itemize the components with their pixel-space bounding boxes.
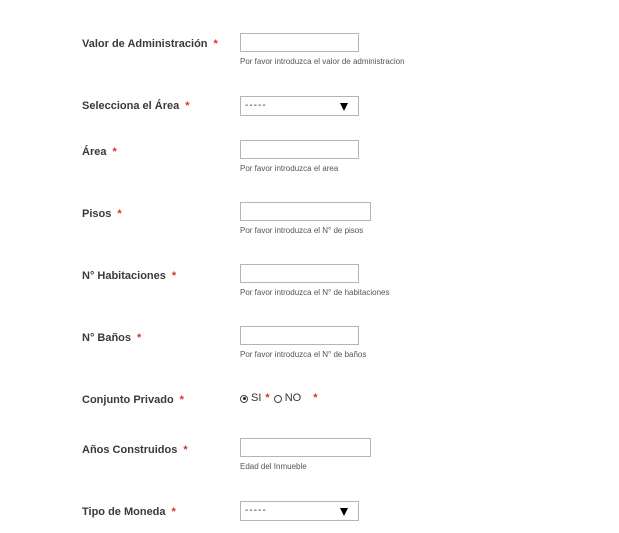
required-mark: * <box>313 392 318 404</box>
field-hint: Por favor introduzca el area <box>240 164 339 173</box>
habitaciones-input[interactable] <box>240 264 359 283</box>
anos-construidos-input[interactable] <box>240 438 371 457</box>
valor-administracion-input[interactable] <box>240 33 359 52</box>
required-mark: * <box>179 394 184 406</box>
field-label: Pisos * <box>82 208 122 221</box>
field-label: Conjunto Privado * <box>82 394 184 407</box>
field-label: N° Baños * <box>82 332 141 345</box>
required-mark: * <box>185 100 190 112</box>
field-label-text: Valor de Administración <box>82 38 208 50</box>
field-label-text: N° Baños <box>82 332 132 344</box>
required-mark: * <box>183 444 188 456</box>
field-hint: Por favor introduzca el N° de pisos <box>240 226 364 235</box>
required-mark: * <box>213 38 218 50</box>
radio-no-label[interactable]: NO <box>285 392 302 405</box>
select-value: ----- <box>245 100 267 111</box>
required-mark: * <box>112 146 117 158</box>
select-value: ----- <box>245 505 267 516</box>
area-input[interactable] <box>240 140 359 159</box>
radio-si-label[interactable]: SI <box>251 392 261 405</box>
field-label: Años Construidos * <box>82 444 188 457</box>
radio-no[interactable] <box>273 394 282 403</box>
field-hint: Por favor introduzca el N° de baños <box>240 350 367 359</box>
field-wrapper: Por favor introduzca el N° de habitacion… <box>240 264 390 298</box>
field-wrapper: Edad del Inmueble <box>240 438 371 472</box>
field-label-text: Selecciona el Área <box>82 100 180 112</box>
field-label: N° Habitaciones * <box>82 270 176 283</box>
field-label: Selecciona el Área * <box>82 100 190 113</box>
field-hint: Edad del Inmueble <box>240 462 307 471</box>
tipo-moneda-select[interactable]: ----- <box>240 501 359 521</box>
field-label: Área * <box>82 146 117 159</box>
field-label: Valor de Administración * <box>82 38 218 51</box>
field-label: Tipo de Moneda * <box>82 506 176 519</box>
required-mark: * <box>137 332 142 344</box>
field-label-text: Años Construidos <box>82 444 178 456</box>
field-wrapper: Por favor introduzca el valor de adminis… <box>240 33 405 67</box>
pisos-input[interactable] <box>240 202 371 221</box>
banos-input[interactable] <box>240 326 359 345</box>
field-wrapper: Por favor introduzca el area <box>240 140 359 174</box>
field-label-text: N° Habitaciones <box>82 270 166 282</box>
field-hint: Por favor introduzca el N° de habitacion… <box>240 288 390 297</box>
dropdown-arrow-icon <box>340 103 348 111</box>
field-wrapper: Por favor introduzca el N° de pisos <box>240 202 371 236</box>
conjunto-privado-radio-group: SI * NO * <box>240 392 321 405</box>
required-mark: * <box>171 270 177 282</box>
field-label-text: Tipo de Moneda <box>82 506 166 518</box>
required-mark: * <box>117 208 122 220</box>
field-label-text: Área <box>82 146 107 158</box>
field-label-text: Conjunto Privado <box>82 394 174 406</box>
field-wrapper: ----- <box>240 96 359 116</box>
area-select[interactable]: ----- <box>240 96 359 116</box>
required-mark: * <box>171 506 176 518</box>
field-wrapper: Por favor introduzca el N° de baños <box>240 326 366 360</box>
field-label-text: Pisos <box>82 208 112 220</box>
dropdown-arrow-icon <box>340 508 348 516</box>
required-mark: * <box>265 392 270 404</box>
radio-si[interactable] <box>240 394 248 403</box>
field-wrapper: ----- <box>240 501 359 521</box>
field-hint: Por favor introduzca el valor de adminis… <box>240 57 405 66</box>
